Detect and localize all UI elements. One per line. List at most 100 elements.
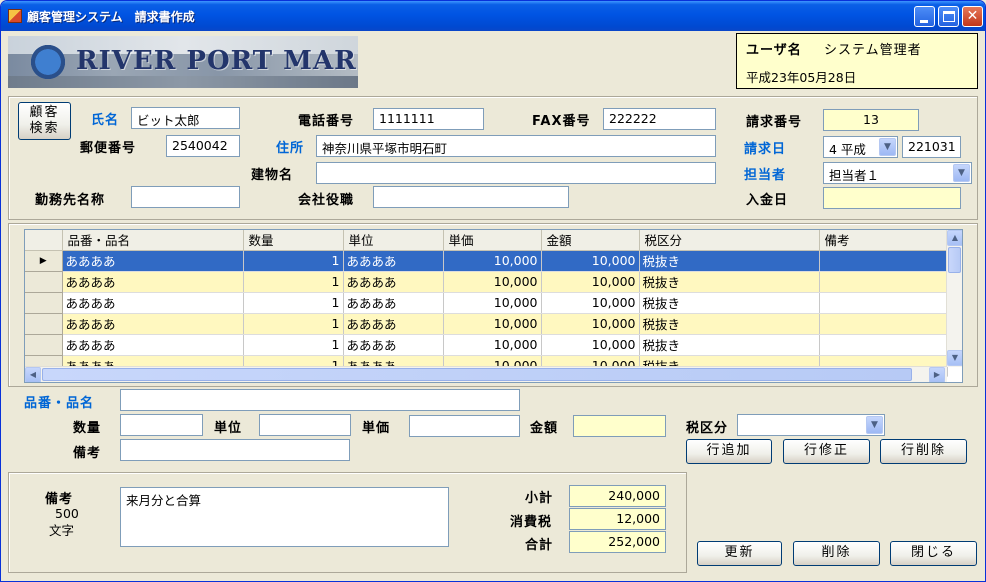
staff-select[interactable]: 担当者１ ▼ xyxy=(823,162,972,184)
chevron-down-icon[interactable]: ▼ xyxy=(879,138,896,156)
cell-note[interactable] xyxy=(819,292,948,314)
close-window-button[interactable]: ✕ xyxy=(962,6,983,27)
column-header-unit[interactable]: 単位 xyxy=(343,230,444,251)
name-field[interactable]: ビット太郎 xyxy=(131,107,240,129)
close-button[interactable]: 閉じる xyxy=(890,541,977,566)
table-row[interactable]: ああああ 1 ああああ 10,000 10,000 税抜き xyxy=(25,292,948,314)
tax-select[interactable]: ▼ xyxy=(737,414,885,436)
scroll-up-icon[interactable]: ▲ xyxy=(947,230,962,246)
cell-tax[interactable]: 税抜き xyxy=(639,292,820,314)
remarks-textarea[interactable]: 来月分と合算 xyxy=(120,487,449,547)
cell-amount[interactable]: 10,000 xyxy=(541,292,640,314)
cell-price[interactable]: 10,000 xyxy=(443,334,542,356)
cell-name[interactable]: ああああ xyxy=(62,313,244,335)
address-field[interactable]: 神奈川県平塚市明石町 xyxy=(316,135,716,157)
delete-button[interactable]: 削除 xyxy=(793,541,880,566)
cell-tax[interactable]: 税抜き xyxy=(639,334,820,356)
column-header-tax[interactable]: 税区分 xyxy=(639,230,820,251)
column-header-note[interactable]: 備考 xyxy=(819,230,948,251)
cell-price[interactable]: 10,000 xyxy=(443,292,542,314)
company-field[interactable] xyxy=(131,186,240,208)
cell-name[interactable]: ああああ xyxy=(62,250,244,272)
cell-price[interactable]: 10,000 xyxy=(443,313,542,335)
column-header-name[interactable]: 品番・品名 xyxy=(62,230,244,251)
postal-field[interactable]: 2540042 xyxy=(166,135,240,157)
invoice-date-field[interactable]: 221031 xyxy=(902,136,961,158)
app-icon[interactable] xyxy=(8,9,22,23)
fax-field[interactable]: 222222 xyxy=(603,108,716,130)
cell-amount[interactable]: 10,000 xyxy=(541,313,640,335)
cell-name[interactable]: ああああ xyxy=(62,271,244,293)
customer-search-button[interactable]: 顧客 検索 xyxy=(18,102,71,140)
staff-label: 担当者 xyxy=(744,168,787,183)
cell-note[interactable] xyxy=(819,271,948,293)
price-field[interactable] xyxy=(409,415,520,437)
cell-unit[interactable]: ああああ xyxy=(343,250,444,272)
cell-amount[interactable]: 10,000 xyxy=(541,250,640,272)
cell-unit[interactable]: ああああ xyxy=(343,313,444,335)
cell-unit[interactable]: ああああ xyxy=(343,334,444,356)
unit-field[interactable] xyxy=(259,414,351,436)
cell-qty[interactable]: 1 xyxy=(243,271,344,293)
payment-date-field[interactable] xyxy=(823,187,961,209)
delete-row-button[interactable]: 行削除 xyxy=(880,439,967,464)
chevron-down-icon[interactable]: ▼ xyxy=(953,164,970,182)
cell-note[interactable] xyxy=(819,334,948,356)
cell-note[interactable] xyxy=(819,313,948,335)
cell-tax[interactable]: 税抜き xyxy=(639,313,820,335)
table-row[interactable]: ああああ 1 ああああ 10,000 10,000 税抜き xyxy=(25,313,948,335)
qty-field[interactable] xyxy=(120,414,203,436)
cell-note[interactable] xyxy=(819,250,948,272)
cell-price[interactable]: 10,000 xyxy=(443,250,542,272)
cell-qty[interactable]: 1 xyxy=(243,250,344,272)
column-header-amount[interactable]: 金額 xyxy=(541,230,640,251)
cell-qty[interactable]: 1 xyxy=(243,334,344,356)
horizontal-scrollbar[interactable]: ◀ ▶ xyxy=(25,366,947,382)
era-select[interactable]: 4 平成 ▼ xyxy=(823,136,898,158)
cell-qty[interactable]: 1 xyxy=(243,292,344,314)
position-field[interactable] xyxy=(373,186,569,208)
cell-tax[interactable]: 税抜き xyxy=(639,250,820,272)
cell-name[interactable]: ああああ xyxy=(62,334,244,356)
title-bar[interactable]: 顧客管理システム 請求書作成 ✕ xyxy=(1,1,985,31)
update-button[interactable]: 更新 xyxy=(697,541,782,566)
table-row[interactable]: ああああ 1 ああああ 10,000 10,000 税抜き xyxy=(25,334,948,356)
building-field[interactable] xyxy=(316,162,716,184)
row-header[interactable] xyxy=(25,334,63,356)
row-header[interactable] xyxy=(25,271,63,293)
grid-corner-cell[interactable] xyxy=(25,230,63,251)
cell-unit[interactable]: ああああ xyxy=(343,271,444,293)
row-selector-arrow-icon[interactable]: ▶ xyxy=(25,250,63,272)
column-header-price[interactable]: 単価 xyxy=(443,230,542,251)
row-header[interactable] xyxy=(25,313,63,335)
scroll-right-icon[interactable]: ▶ xyxy=(929,367,945,382)
note-field[interactable] xyxy=(120,439,350,461)
horizontal-scroll-thumb[interactable] xyxy=(42,368,912,381)
cell-name[interactable]: ああああ xyxy=(62,292,244,314)
edit-row-button[interactable]: 行修正 xyxy=(783,439,870,464)
cell-price[interactable]: 10,000 xyxy=(443,271,542,293)
invoice-no-field[interactable]: 13 xyxy=(823,109,919,131)
invoice-lines-grid[interactable]: 品番・品名 数量 単位 単価 金額 税区分 備考 ▶ ああああ 1 ああああ 1… xyxy=(24,229,963,383)
cell-qty[interactable]: 1 xyxy=(243,313,344,335)
minimize-button[interactable] xyxy=(914,6,935,27)
amount-field[interactable] xyxy=(573,415,666,437)
table-row[interactable]: ああああ 1 ああああ 10,000 10,000 税抜き xyxy=(25,271,948,293)
maximize-button[interactable] xyxy=(938,6,959,27)
column-header-qty[interactable]: 数量 xyxy=(243,230,344,251)
vertical-scroll-thumb[interactable] xyxy=(948,247,961,273)
cell-unit[interactable]: ああああ xyxy=(343,292,444,314)
cell-amount[interactable]: 10,000 xyxy=(541,271,640,293)
vertical-scrollbar[interactable]: ▲ ▼ xyxy=(946,230,962,367)
scroll-left-icon[interactable]: ◀ xyxy=(25,367,41,382)
add-row-button[interactable]: 行追加 xyxy=(686,439,772,464)
cell-tax[interactable]: 税抜き xyxy=(639,271,820,293)
scroll-down-icon[interactable]: ▼ xyxy=(947,350,962,366)
phone-field[interactable]: 1111111 xyxy=(373,108,484,130)
row-header[interactable] xyxy=(25,292,63,314)
subtotal-label: 小計 xyxy=(525,491,554,506)
table-row[interactable]: ▶ ああああ 1 ああああ 10,000 10,000 税抜き xyxy=(25,250,948,272)
cell-amount[interactable]: 10,000 xyxy=(541,334,640,356)
item-field[interactable] xyxy=(120,389,520,411)
chevron-down-icon[interactable]: ▼ xyxy=(866,416,883,434)
